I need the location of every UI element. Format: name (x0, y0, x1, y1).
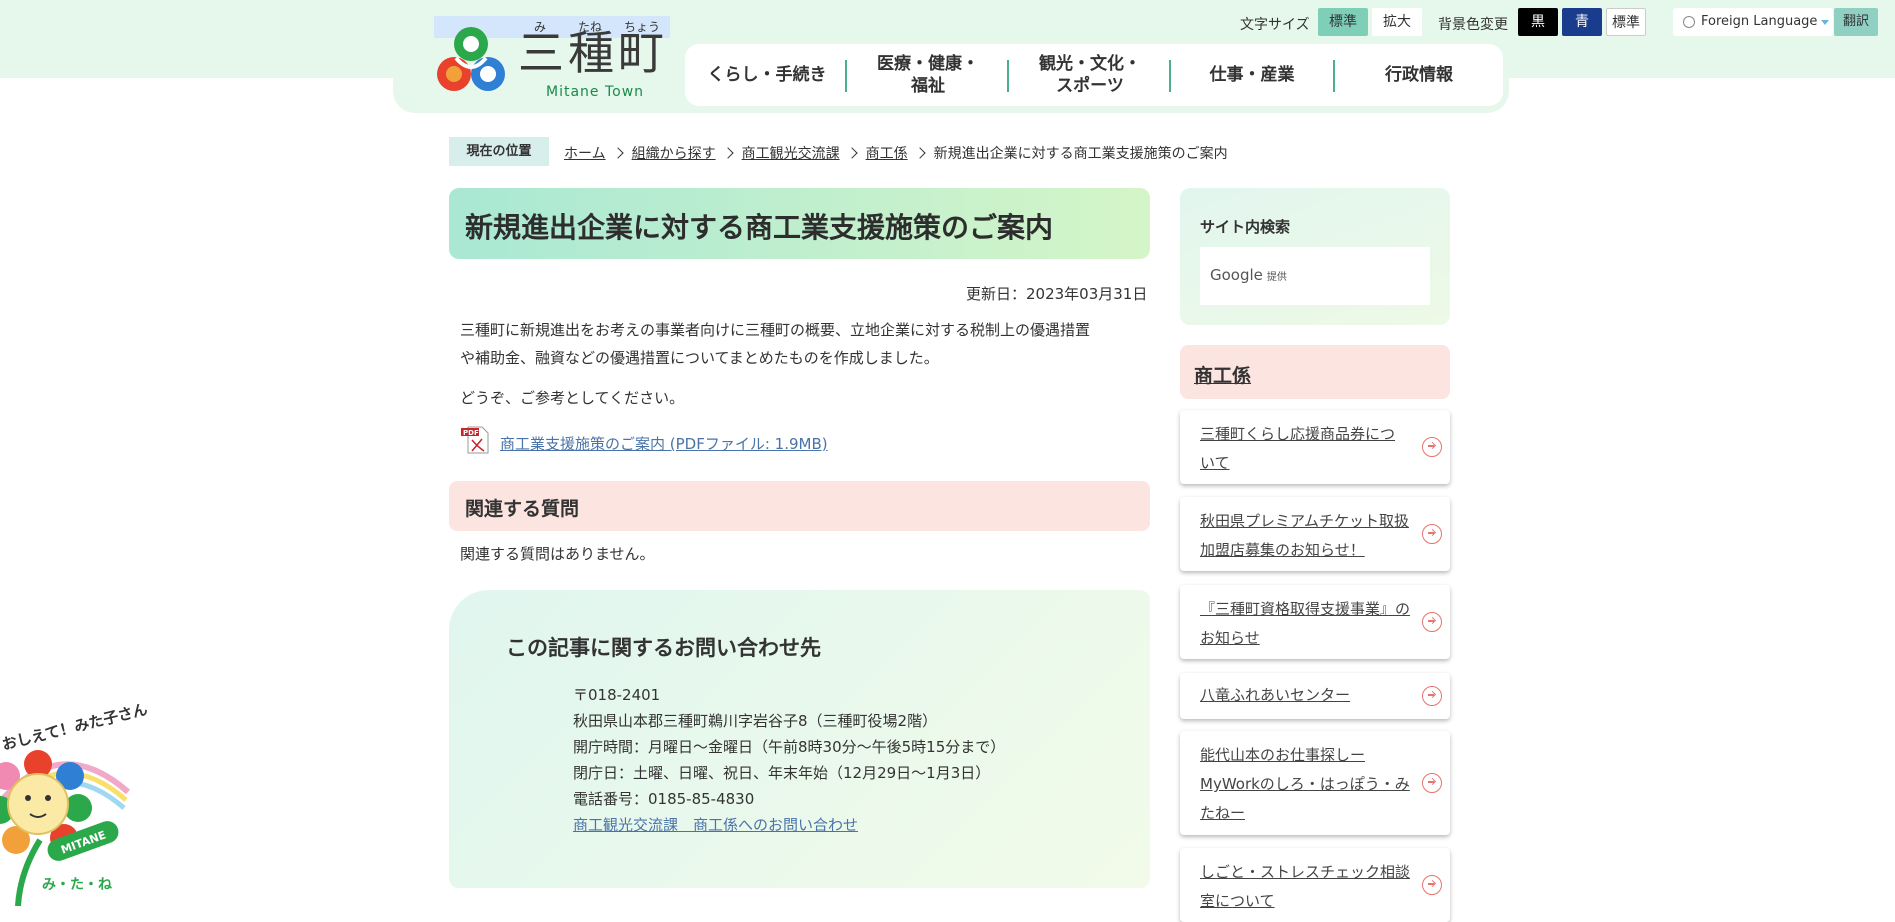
breadcrumb-current: 新規進出企業に対する商工業支援施策のご案内 (933, 146, 1228, 162)
google-brand: Google 提供 (1210, 266, 1287, 284)
article-paragraph-line: 三種町に新規進出をお考えの事業者向けに三種町の概要、立地企業に対する税制上の優遇… (460, 321, 1091, 339)
arrow-right-icon (1422, 612, 1442, 632)
contact-box: この記事に関するお問い合わせ先 〒018-2401 秋田県山本郡三種町鵜川字岩谷… (449, 590, 1150, 888)
font-size-large-button[interactable]: 拡大 (1372, 8, 1422, 36)
sidebar-link[interactable]: 三種町くらし応援商品券について (1200, 420, 1410, 478)
related-questions-empty: 関連する質問はありません。 (460, 545, 655, 563)
nav-item-administration[interactable]: 行政情報 (1335, 44, 1503, 106)
contact-hours: 開庁時間：月曜日～金曜日（午前8時30分～午後5時15分まで） (573, 738, 1006, 756)
contact-inquiry-link[interactable]: 商工観光交流課 商工係へのお問い合わせ (573, 816, 858, 834)
sidebar-link-card[interactable]: しごと・ストレスチェック相談室について (1180, 848, 1450, 922)
sidebar-link-card[interactable]: 三種町くらし応援商品券について (1180, 410, 1450, 484)
contact-closed: 閉庁日：土曜、日曜、祝日、年末年始（12月29日～1月3日） (573, 764, 991, 782)
language-select[interactable]: Foreign Language (1673, 8, 1833, 36)
article-paragraph: 三種町に新規進出をお考えの事業者向けに三種町の概要、立地企業に対する税制上の優遇… (460, 316, 1150, 372)
nav-item-living[interactable]: くらし・手続き (685, 44, 849, 106)
contact-postal: 〒018-2401 (573, 686, 661, 704)
contact-phone: 電話番号：0185-85-4830 (573, 790, 755, 808)
sidebar-link-card[interactable]: 能代山本のお仕事探しーMyWorkのしろ・はっぽう・みたねー (1180, 731, 1450, 835)
bg-black-button[interactable]: 黒 (1518, 8, 1558, 36)
sidebar-link[interactable]: 秋田県プレミアムチケット取扱加盟店募集のお知らせ！ (1200, 507, 1410, 565)
arrow-right-icon (1422, 437, 1442, 457)
language-select-label: Foreign Language (1701, 14, 1818, 29)
sidebar-link[interactable]: 八竜ふれあいセンター (1200, 681, 1410, 710)
sidebar-link[interactable]: 能代山本のお仕事探しーMyWorkのしろ・はっぽう・みたねー (1200, 741, 1410, 828)
mascot-caption-bottom: み・た・ね (42, 877, 112, 893)
logo-town-name: 三種町 (518, 26, 668, 80)
town-emblem-icon (437, 27, 505, 91)
related-questions-heading: 関連する質問 (449, 481, 1150, 531)
site-search-box: サイト内検索 (1180, 188, 1450, 325)
chevron-down-icon (1821, 20, 1829, 25)
bg-blue-button[interactable]: 青 (1562, 8, 1602, 36)
arrow-right-icon (1422, 875, 1442, 895)
sidebar-link[interactable]: 『三種町資格取得支援事業』のお知らせ (1200, 595, 1410, 653)
arrow-right-icon (1422, 524, 1442, 544)
nav-item-medical[interactable]: 医療・健康・ 福祉 (847, 44, 1009, 106)
pdf-download-link[interactable]: 商工業支援施策のご案内 (PDFファイル: 1.9MB) (500, 433, 828, 454)
page-title-box: 新規進出企業に対する商工業支援施策のご案内 (449, 188, 1150, 259)
svg-text:PDF: PDF (463, 429, 479, 437)
updated-date: 更新日：2023年03月31日 (966, 285, 1148, 303)
arrow-right-icon (1422, 773, 1442, 793)
sidebar-link-card[interactable]: 秋田県プレミアムチケット取扱加盟店募集のお知らせ！ (1180, 497, 1450, 571)
breadcrumb-chevron-icon (611, 147, 624, 159)
sidebar-section-link[interactable]: 商工係 (1194, 361, 1251, 388)
font-size-standard-button[interactable]: 標準 (1318, 8, 1368, 36)
contact-details: 〒018-2401 秋田県山本郡三種町鵜川字岩谷子8（三種町役場2階） 開庁時間… (573, 682, 1005, 838)
font-size-label: 文字サイズ (1240, 17, 1310, 33)
sidebar-link-card[interactable]: 『三種町資格取得支援事業』のお知らせ (1180, 585, 1450, 659)
breadcrumb-chevron-icon (845, 147, 858, 159)
breadcrumb-home[interactable]: ホーム (564, 146, 606, 162)
related-questions-title: 関連する質問 (465, 498, 580, 520)
article-paragraph-2: どうぞ、ご参考としてください。 (460, 389, 685, 407)
mascot-banner[interactable]: おしえて！みた子さん MITANE み・た・ね (0, 700, 149, 907)
breadcrumb-section[interactable]: 商工係 (866, 146, 908, 162)
bg-standard-button[interactable]: 標準 (1606, 8, 1646, 36)
google-brand-suffix: 提供 (1266, 272, 1287, 283)
pdf-icon: PDF (461, 426, 489, 454)
translate-button[interactable]: 翻訳 (1834, 8, 1878, 36)
breadcrumb-organization[interactable]: 組織から探す (632, 146, 716, 162)
nav-item-work[interactable]: 仕事・産業 (1171, 44, 1333, 106)
breadcrumb-label: 現在の位置 (449, 137, 549, 166)
site-search-title: サイト内検索 (1200, 218, 1291, 236)
google-brand-name: Google (1210, 266, 1263, 284)
sidebar-link[interactable]: しごと・ストレスチェック相談室について (1200, 858, 1410, 916)
contact-address: 秋田県山本郡三種町鵜川字岩谷子8（三種町役場2階） (573, 712, 938, 730)
nav-item-tourism[interactable]: 観光・文化・ スポーツ (1009, 44, 1171, 106)
sidebar-link-card[interactable]: 八竜ふれあいセンター (1180, 673, 1450, 719)
globe-icon (1683, 16, 1695, 28)
breadcrumb-chevron-icon (913, 147, 926, 159)
page-title: 新規進出企業に対する商工業支援施策のご案内 (465, 211, 1054, 244)
breadcrumb: ホーム 組織から探す 商工観光交流課 商工係 新規進出企業に対する商工業支援施策のご案内 (564, 143, 1228, 163)
global-nav: くらし・手続き 医療・健康・ 福祉 観光・文化・ スポーツ 仕事・産業 行政情報 (685, 44, 1503, 106)
article-paragraph-line: や補助金、融資などの優遇措置についてまとめたものを作成しました。 (460, 349, 939, 367)
breadcrumb-chevron-icon (721, 147, 734, 159)
bg-color-label: 背景色変更 (1438, 17, 1508, 33)
logo-english-name: Mitane Town (546, 84, 645, 100)
sidebar-section-heading: 商工係 (1180, 345, 1450, 399)
breadcrumb-department[interactable]: 商工観光交流課 (742, 146, 840, 162)
contact-title: この記事に関するお問い合わせ先 (506, 636, 821, 660)
arrow-right-icon (1422, 686, 1442, 706)
site-logo[interactable]: み たね ちょう 三種町 Mitane Town (434, 16, 670, 100)
